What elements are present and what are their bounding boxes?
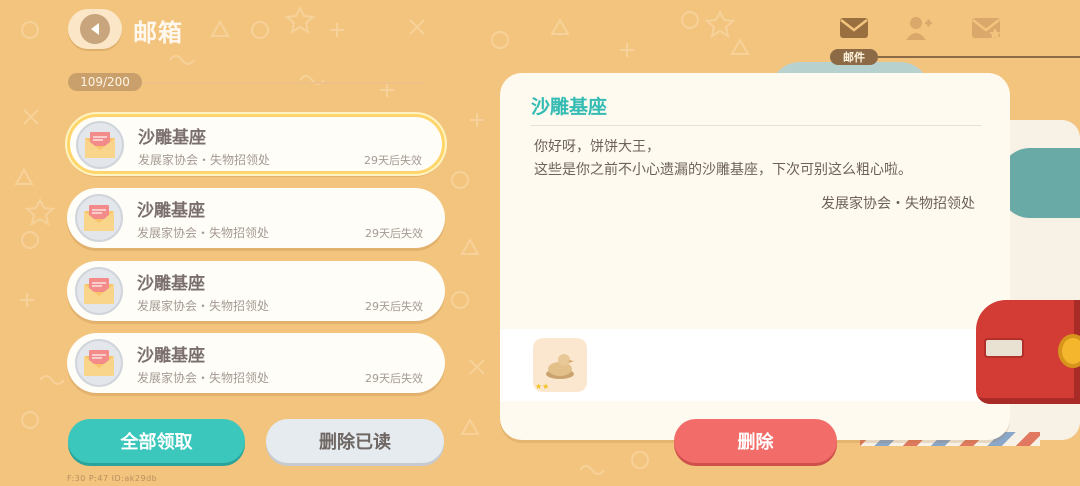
detail-signature: 发展家协会・失物招领处 [821,196,975,212]
mail-expiry: 29天后失效 [364,154,422,167]
mail-sender: 发展家协会・失物招领处 [137,299,270,313]
detail-message: 你好呀，饼饼大王， 这些是你之前不小心遗漏的沙雕基座，下次可别这么粗心啦。 [534,136,912,182]
detail-divider [531,125,981,126]
attachment-item[interactable]: ★★ [533,338,587,392]
letter-icon [75,339,123,387]
letter-icon [75,267,123,315]
decorative-envelope-seal [1000,148,1080,218]
mail-title: 沙雕基座 [137,201,205,221]
mail-list-item[interactable]: 沙雕基座 发展家协会・失物招领处 29天后失效 [67,261,445,321]
tab-mail-label: 邮件 [830,49,878,65]
mail-list-item[interactable]: 沙雕基座 发展家协会・失物招领处 29天后失效 [67,114,445,174]
letter-icon [76,121,124,169]
mail-expiry: 29天后失效 [365,227,423,240]
back-button[interactable] [68,9,122,49]
mail-title: 沙雕基座 [137,274,205,294]
debug-info: F:30 P:47 ID:ak29db [67,474,158,483]
mail-list-item[interactable]: 沙雕基座 发展家协会・失物招领处 29天后失效 [67,188,445,248]
mail-sender: 发展家协会・失物招领处 [137,371,270,385]
delete-read-button[interactable]: 删除已读 [266,419,444,463]
mail-detail-card: 沙雕基座 你好呀，饼饼大王， 这些是你之前不小心遗漏的沙雕基座，下次可别这么粗心… [500,73,1010,440]
tab-mail[interactable] [839,14,869,42]
tab-starred-mail[interactable] [971,14,1001,42]
mail-expiry: 29天后失效 [365,372,423,385]
attachment-rarity-stars: ★★ [535,382,550,391]
mail-title: 沙雕基座 [137,346,205,366]
detail-text: 这些是你之前不小心遗漏的沙雕基座，下次可别这么粗心啦。 [534,162,912,178]
mail-count-badge: 109/200 [68,73,142,91]
back-arrow-icon [80,14,110,44]
starred-mail-icon [972,18,1001,40]
sand-sculpture-base-icon [546,354,574,379]
list-divider [142,82,424,84]
mail-sender: 发展家协会・失物招领处 [138,153,271,167]
mailbox-illustration [976,300,1080,406]
mail-icon [840,18,868,38]
delete-button[interactable]: 删除 [674,419,837,463]
tab-add-friend[interactable] [904,14,934,42]
mail-list-item[interactable]: 沙雕基座 发展家协会・失物招领处 29天后失效 [67,333,445,393]
mail-title: 沙雕基座 [138,128,206,148]
detail-greeting: 你好呀，饼饼大王， [534,139,660,155]
tab-underline [878,56,1080,58]
collect-all-button[interactable]: 全部领取 [68,419,245,463]
mail-sender: 发展家协会・失物招领处 [137,226,270,240]
add-friend-icon [906,17,932,40]
page-title: 邮箱 [133,19,183,47]
mail-expiry: 29天后失效 [365,300,423,313]
detail-title: 沙雕基座 [531,96,608,118]
letter-icon [75,194,123,242]
